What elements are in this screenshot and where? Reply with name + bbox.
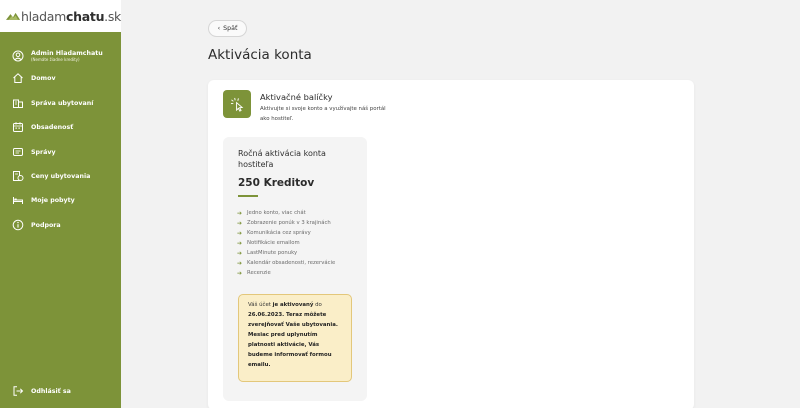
logo[interactable]: hladamchatu.sk: [0, 0, 121, 32]
list-item: ➔ Komunikácia cez správy: [237, 229, 311, 237]
offer-divider: [238, 195, 258, 197]
bed-icon: [12, 194, 24, 206]
list-item: ➔ Notifikácie emailom: [237, 239, 300, 247]
logo-text-tld: .sk: [104, 8, 121, 24]
sidebar-item-label: Správa ubytovaní: [31, 99, 94, 107]
sidebar-item-moje-pobyty[interactable]: Moje pobyty: [0, 190, 121, 210]
user-credits: (Nemáte žiadne kredity): [31, 57, 80, 62]
list-item: ➔ Recenzie: [237, 269, 271, 277]
sidebar-item-label: Moje pobyty: [31, 196, 75, 204]
user-name: Admin Hladamchatu: [31, 50, 103, 57]
sidebar-user[interactable]: Admin Hladamchatu (Nemáte žiadne kredity…: [0, 46, 121, 66]
arrow-right-icon: ➔: [237, 219, 243, 227]
offer-price: 250 Kreditov: [238, 177, 315, 189]
sidebar-item-label: Obsadenosť: [31, 123, 74, 131]
arrow-right-icon: ➔: [237, 249, 243, 257]
calendar-icon: [12, 121, 24, 133]
sidebar-item-sprava-ubytovani[interactable]: Správa ubytovaní: [0, 93, 121, 113]
mountain-logo-icon: [6, 12, 21, 20]
home-icon: [12, 72, 24, 84]
notice-status: je aktivovaný: [272, 302, 314, 308]
logout-button[interactable]: Odhlásiť sa: [0, 381, 121, 401]
arrow-right-icon: ➔: [237, 229, 243, 237]
price-icon: [12, 170, 24, 182]
sidebar-item-label: Domov: [31, 74, 56, 82]
offer-title: Ročná aktivácia konta hostiteľa: [238, 149, 326, 169]
sidebar-item-obsadenost[interactable]: Obsadenosť: [0, 117, 121, 137]
back-label: Späť: [223, 25, 238, 32]
back-button[interactable]: ‹ Späť: [208, 20, 247, 37]
sidebar-item-label: Podpora: [31, 221, 61, 229]
logo-text-regular: hladam: [21, 8, 67, 24]
sidebar-item-podpora[interactable]: Podpora: [0, 215, 121, 235]
notice-prefix: Váš účet: [248, 302, 273, 308]
page-title: Aktivácia konta: [208, 47, 312, 63]
list-item: ➔ Jedno konto, viac chát: [237, 209, 306, 217]
arrow-right-icon: ➔: [237, 269, 243, 277]
message-icon: [12, 146, 24, 158]
packages-title: Aktivačné balíčky: [260, 92, 333, 102]
logout-icon: [12, 385, 24, 397]
info-icon: [12, 219, 24, 231]
sidebar-item-domov[interactable]: Domov: [0, 68, 121, 88]
sidebar-item-spravy[interactable]: Správy: [0, 142, 121, 162]
feature-list: ➔ Jedno konto, viac chát ➔ Zobrazenie ponú…: [237, 208, 335, 278]
arrow-right-icon: ➔: [237, 259, 243, 267]
list-item: ➔ Kalendár obsadenosti, rezervácie: [237, 259, 336, 267]
building-icon: [12, 97, 24, 109]
arrow-right-icon: ➔: [237, 239, 243, 247]
notice-suffix: do: [313, 302, 322, 308]
list-item: ➔ Zobrazenie ponúk v 3 krajinách: [237, 219, 331, 227]
sidebar-item-label: Správy: [31, 148, 56, 156]
notice-details: 26.06.2023. Teraz môžete zverejňovať Vaš…: [248, 312, 338, 368]
logo-text-bold: chatu: [66, 8, 105, 24]
sidebar-item-label: Ceny ubytovania: [31, 172, 91, 180]
pointer-click-icon: [223, 90, 251, 118]
list-item: ➔ LastMinute ponuky: [237, 249, 298, 257]
logout-label: Odhlásiť sa: [31, 387, 71, 395]
activation-notice: Váš účet je aktivovaný do 26.06.2023. Te…: [238, 294, 352, 382]
user-icon: [12, 50, 24, 62]
chevron-left-icon: ‹: [217, 25, 221, 32]
packages-description: Aktivujte si svoje konto a využívajte ná…: [260, 106, 386, 122]
sidebar-item-ceny-ubytovania[interactable]: Ceny ubytovania: [0, 166, 121, 186]
arrow-right-icon: ➔: [237, 209, 243, 217]
